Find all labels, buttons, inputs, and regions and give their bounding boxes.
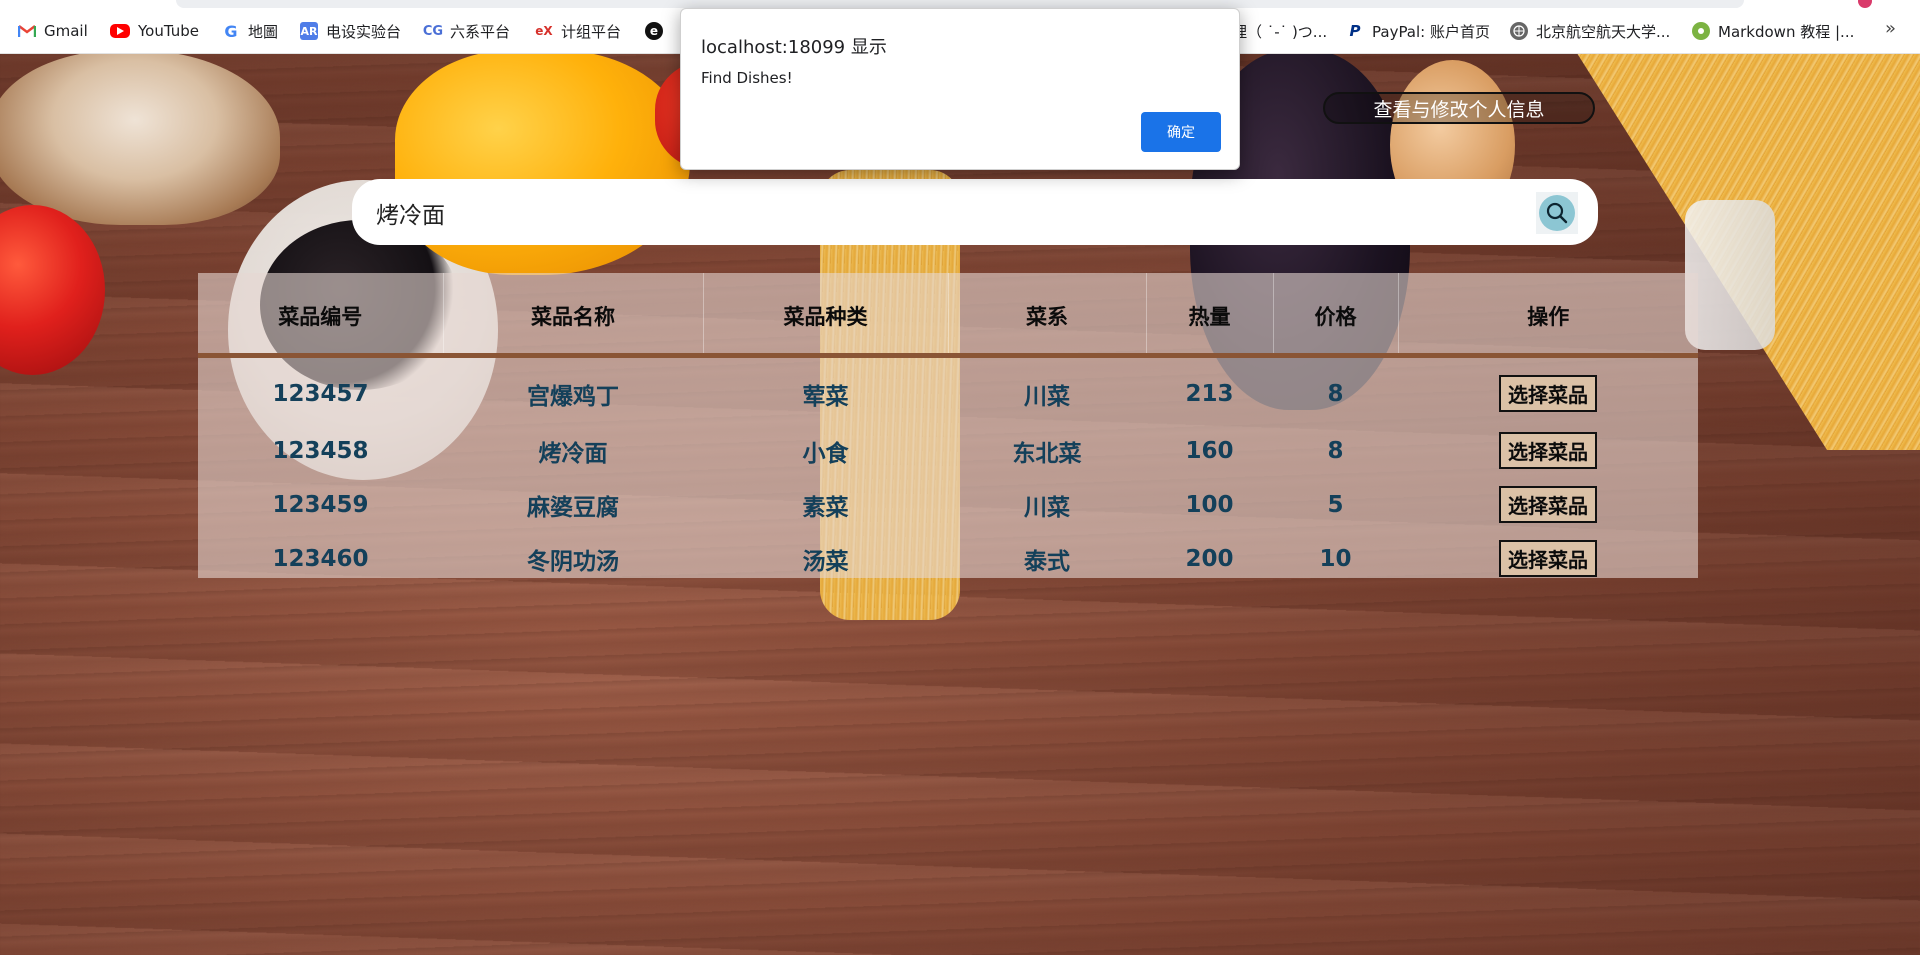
action-cell: 选择菜品 bbox=[1398, 478, 1698, 532]
youtube-icon bbox=[110, 24, 130, 38]
address-bar-edge bbox=[176, 0, 1744, 8]
header-price: 价格 bbox=[1272, 273, 1398, 358]
alert-message: Find Dishes! bbox=[701, 69, 793, 87]
header-calories: 热量 bbox=[1145, 273, 1273, 358]
jar-decoration bbox=[1685, 200, 1775, 350]
dish-price: 10 bbox=[1319, 545, 1352, 572]
markdown-icon bbox=[1692, 22, 1710, 40]
action-cell: 选择菜品 bbox=[1398, 532, 1698, 586]
bookmark-label: PayPal: 账户首页 bbox=[1372, 22, 1490, 41]
globe-icon bbox=[1510, 22, 1528, 40]
bookmark-label: 电设实验台 bbox=[326, 22, 402, 41]
bookmark-label: Gmail bbox=[44, 22, 88, 40]
bookmark-edx[interactable]: eX 计组平台 bbox=[535, 20, 621, 42]
bookmark-label: 六系平台 bbox=[450, 22, 511, 41]
search-input[interactable] bbox=[374, 191, 1528, 235]
bookmark-label: 计组平台 bbox=[561, 22, 622, 41]
header-action: 操作 bbox=[1397, 273, 1698, 358]
circle-e-icon: e bbox=[645, 22, 663, 40]
header-cuisine: 菜系 bbox=[947, 273, 1146, 358]
header-dish-id: 菜品编号 bbox=[198, 273, 443, 358]
edx-icon: eX bbox=[535, 24, 553, 38]
gmail-icon bbox=[18, 22, 36, 40]
action-cell: 选择菜品 bbox=[1398, 355, 1698, 424]
dish-id: 123459 bbox=[272, 491, 369, 518]
action-cell: 选择菜品 bbox=[1398, 424, 1698, 478]
bookmark-platform[interactable]: CG 六系平台 bbox=[422, 20, 511, 42]
bookmark-maps[interactable]: G 地圖 bbox=[222, 20, 278, 42]
bookmark-label: 北京航空航天大学... bbox=[1536, 22, 1671, 41]
dish-name: 宫爆鸡丁 bbox=[527, 383, 619, 410]
dish-id: 123458 bbox=[272, 437, 369, 464]
dish-calories: 100 bbox=[1185, 491, 1234, 518]
bookmark-paypal[interactable]: P PayPal: 账户首页 bbox=[1346, 20, 1491, 42]
bookmark-label: Markdown 教程 |... bbox=[1718, 22, 1855, 41]
bookmark-label: YouTube bbox=[138, 22, 199, 40]
table-row: 123460 冬阴功汤 汤菜 泰式 200 10 选择菜品 bbox=[198, 532, 1698, 586]
select-dish-button[interactable]: 选择菜品 bbox=[1499, 486, 1597, 523]
bookmark-youtube[interactable]: YouTube bbox=[110, 20, 199, 42]
profile-button[interactable]: 查看与修改个人信息 bbox=[1323, 92, 1595, 124]
alert-ok-button[interactable]: 确定 bbox=[1141, 112, 1221, 152]
dish-name: 烤冷面 bbox=[538, 440, 608, 467]
table-row: 123458 烤冷面 小食 东北菜 160 8 选择菜品 bbox=[198, 424, 1698, 478]
dish-id: 123457 bbox=[272, 380, 369, 407]
dish-id: 123460 bbox=[272, 545, 369, 572]
dish-category: 小食 bbox=[802, 440, 849, 467]
google-icon: G bbox=[224, 21, 238, 41]
dish-cuisine: 东北菜 bbox=[1012, 440, 1082, 467]
dish-category: 素菜 bbox=[802, 494, 849, 521]
search-icon bbox=[1539, 195, 1575, 231]
bookmark-markdown[interactable]: Markdown 教程 |... bbox=[1692, 20, 1854, 42]
header-dish-name: 菜品名称 bbox=[442, 273, 703, 358]
avatar[interactable] bbox=[1858, 0, 1872, 8]
dish-table: 菜品编号 菜品名称 菜品种类 菜系 热量 价格 操作 123457 宫爆鸡丁 荤… bbox=[198, 273, 1698, 586]
table-row: 123459 麻婆豆腐 素菜 川菜 100 5 选择菜品 bbox=[198, 478, 1698, 532]
bookmark-label: 理（ ˙-˙ )つ... bbox=[1232, 22, 1328, 41]
dish-price: 5 bbox=[1327, 491, 1344, 518]
dish-calories: 160 bbox=[1185, 437, 1234, 464]
bookmark-emoticon[interactable]: 理（ ˙-˙ )つ... bbox=[1232, 20, 1327, 42]
search-bar bbox=[352, 179, 1598, 245]
dish-calories: 213 bbox=[1185, 380, 1234, 407]
select-dish-button[interactable]: 选择菜品 bbox=[1499, 540, 1597, 577]
bookmark-gmail[interactable]: Gmail bbox=[18, 20, 88, 42]
dish-price: 8 bbox=[1327, 380, 1344, 407]
dish-cuisine: 川菜 bbox=[1024, 494, 1070, 521]
bookmark-buaa[interactable]: 北京航空航天大学... bbox=[1510, 20, 1670, 42]
dish-name: 冬阴功汤 bbox=[527, 548, 619, 575]
alert-title: localhost:18099 显示 bbox=[701, 37, 887, 58]
tomato-decoration bbox=[0, 205, 105, 375]
bookmark-lab[interactable]: AR 电设实验台 bbox=[300, 20, 401, 42]
table-header-row: 菜品编号 菜品名称 菜品种类 菜系 热量 价格 操作 bbox=[198, 273, 1698, 358]
more-bookmarks-icon[interactable]: » bbox=[1885, 18, 1896, 39]
select-dish-button[interactable]: 选择菜品 bbox=[1499, 375, 1597, 412]
alert-dialog: localhost:18099 显示 Find Dishes! 确定 bbox=[680, 8, 1240, 170]
dish-category: 荤菜 bbox=[802, 383, 849, 410]
dish-category: 汤菜 bbox=[802, 548, 849, 575]
header-dish-category: 菜品种类 bbox=[702, 273, 948, 358]
platform-icon: CG bbox=[422, 23, 444, 39]
search-button[interactable] bbox=[1536, 192, 1578, 234]
paypal-icon: P bbox=[1349, 22, 1361, 40]
bread-decoration bbox=[0, 50, 280, 225]
dish-calories: 200 bbox=[1185, 545, 1234, 572]
table-row: 123457 宫爆鸡丁 荤菜 川菜 213 8 选择菜品 bbox=[198, 355, 1698, 424]
dish-name: 麻婆豆腐 bbox=[527, 494, 619, 521]
bookmark-e[interactable]: e bbox=[645, 20, 671, 42]
bookmark-label: 地圖 bbox=[248, 22, 279, 41]
lab-icon: AR bbox=[300, 22, 318, 40]
dish-cuisine: 泰式 bbox=[1024, 548, 1070, 575]
dish-cuisine: 川菜 bbox=[1024, 383, 1070, 410]
dish-price: 8 bbox=[1327, 437, 1344, 464]
select-dish-button[interactable]: 选择菜品 bbox=[1499, 432, 1597, 469]
dish-table-container: 菜品编号 菜品名称 菜品种类 菜系 热量 价格 操作 123457 宫爆鸡丁 荤… bbox=[198, 273, 1698, 578]
